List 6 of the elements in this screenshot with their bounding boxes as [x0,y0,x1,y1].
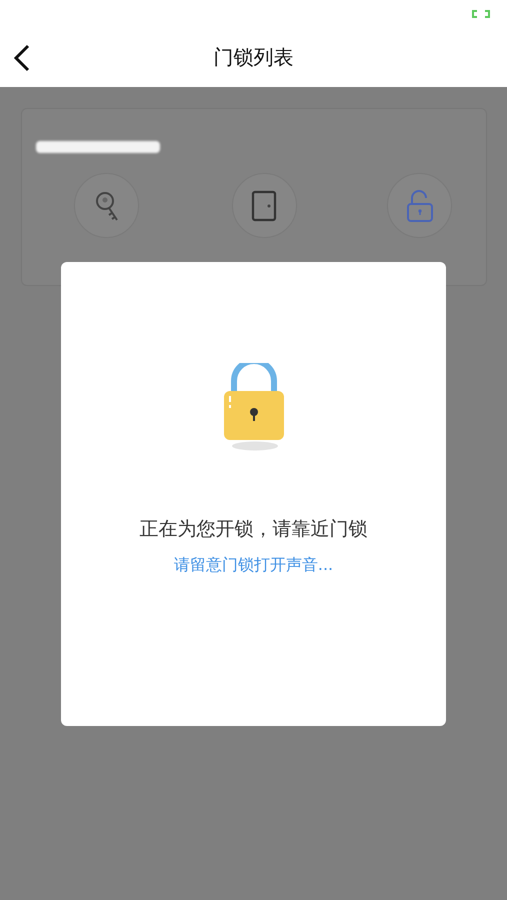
hint-message: 请留意门锁打开声音... [174,554,334,576]
back-icon[interactable] [13,44,31,72]
battery-icon [470,9,492,19]
status-message: 正在为您开锁，请靠近门锁 [140,517,368,542]
page-title: 门锁列表 [214,44,294,71]
padlock-icon [222,363,286,451]
